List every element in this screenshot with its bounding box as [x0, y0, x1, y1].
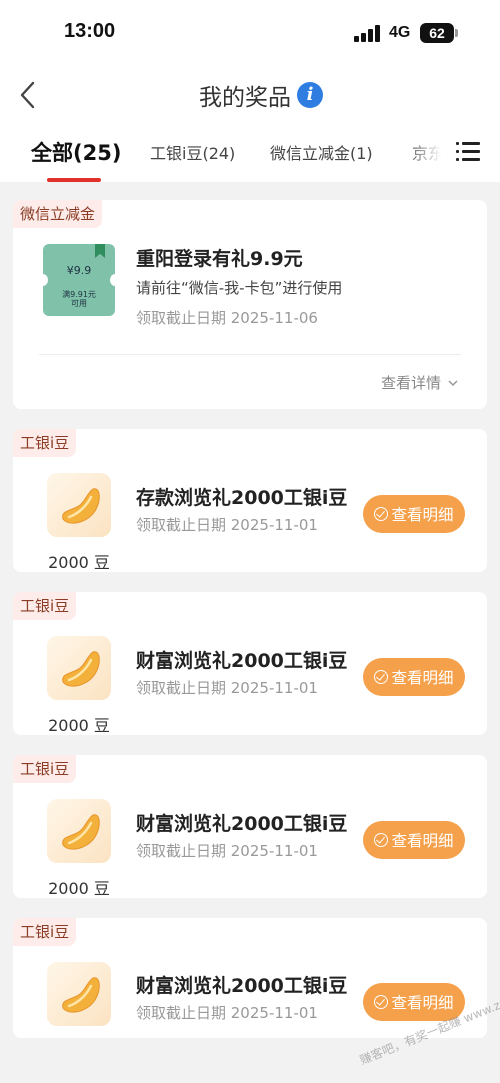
bean-amount: 2000 豆 [48, 879, 110, 898]
check-circle-icon [374, 670, 389, 684]
coupon-card[interactable]: 微信立减金 ¥9.9 满9.91元 可用 重阳登录有礼9.9元 请前往“微信-我… [13, 200, 487, 409]
bean-icon [62, 488, 100, 524]
bookmark-icon [95, 244, 105, 258]
prize-title: 重阳登录有礼9.9元 [136, 248, 303, 270]
bean-image [47, 962, 111, 1026]
nav-bar: 我的奖品 i [0, 66, 500, 126]
coupon-amount: ¥9.9 [66, 264, 92, 277]
view-details-label: 查看详情 [380, 374, 441, 392]
tabs-bar: 全部(25) 工银i豆(24) 微信立减金(1) 京东 [0, 126, 500, 182]
prize-type-tag: 工银i豆 [13, 429, 77, 457]
view-detail-label: 查看明细 [391, 832, 454, 850]
prize-deadline: 领取截止日期 2025-11-01 [136, 516, 318, 534]
bean-image [47, 799, 111, 863]
bean-card[interactable]: 工银i豆 2000 豆 财富浏览礼2000工银i豆 领取截止日期 2025-11… [13, 592, 487, 735]
view-detail-button[interactable]: 查看明细 [363, 821, 465, 859]
bean-icon [62, 814, 100, 850]
prize-title: 财富浏览礼2000工银i豆 [136, 813, 348, 835]
view-detail-label: 查看明细 [391, 506, 454, 524]
battery-icon: 62 [420, 23, 458, 43]
prize-title: 存款浏览礼2000工银i豆 [136, 487, 348, 509]
tab-fade [404, 126, 448, 182]
bean-image [47, 473, 111, 537]
prize-title: 财富浏览礼2000工银i豆 [136, 650, 348, 672]
view-details-toggle[interactable]: 查看详情 [381, 372, 459, 393]
view-detail-label: 查看明细 [391, 994, 454, 1012]
bean-icon [62, 977, 100, 1013]
check-circle-icon [374, 995, 389, 1009]
prize-description: 请前往“微信-我-卡包”进行使用 [136, 279, 343, 297]
active-tab-indicator [47, 178, 101, 182]
prize-type-tag: 工银i豆 [13, 755, 77, 783]
bean-amount: 2000 豆 [48, 716, 110, 735]
prize-deadline: 领取截止日期 2025-11-01 [136, 679, 318, 697]
chevron-down-icon [448, 379, 458, 386]
tab-icbc-beans[interactable]: 工银i豆(24) [150, 140, 235, 164]
check-circle-icon [374, 507, 389, 521]
signal-icon [354, 24, 382, 42]
back-button[interactable] [14, 78, 44, 112]
coupon-image: ¥9.9 满9.91元 可用 [43, 244, 115, 316]
check-circle-icon [374, 833, 389, 847]
status-bar: 13:00 4G 62 [0, 0, 500, 66]
bean-card[interactable]: 工银i豆 2000 豆 财富浏览礼2000工银i豆 领取截止日期 2025-11… [13, 755, 487, 898]
bean-card[interactable]: 工银i豆 2000 豆 存款浏览礼2000工银i豆 领取截止日期 2025-11… [13, 429, 487, 572]
status-time: 13:00 [64, 20, 116, 42]
view-detail-button[interactable]: 查看明细 [363, 658, 465, 696]
info-icon[interactable]: i [297, 82, 323, 108]
tab-wechat-discount[interactable]: 微信立减金(1) [270, 140, 373, 164]
tab-all[interactable]: 全部(25) [31, 137, 121, 167]
prize-deadline: 领取截止日期 2025-11-06 [136, 309, 318, 327]
prize-type-tag: 工银i豆 [13, 918, 77, 946]
prize-type-tag: 微信立减金 [13, 200, 103, 228]
menu-icon[interactable] [456, 140, 480, 162]
bean-amount: 2000 豆 [48, 553, 110, 572]
prize-type-tag: 工银i豆 [13, 592, 77, 620]
view-detail-label: 查看明细 [391, 669, 454, 687]
view-detail-button[interactable]: 查看明细 [363, 495, 465, 533]
network-type: 4G [389, 24, 411, 41]
bean-card[interactable]: 工银i豆 财富浏览礼2000工银i豆 领取截止日期 2025-11-01 查看明… [13, 918, 487, 1038]
coupon-condition: 满9.91元 可用 [62, 290, 96, 308]
prize-deadline: 领取截止日期 2025-11-01 [136, 842, 318, 860]
page-title: 我的奖品 [199, 85, 291, 111]
bean-image [47, 636, 111, 700]
divider [39, 354, 461, 355]
prize-title: 财富浏览礼2000工银i豆 [136, 975, 348, 997]
bean-icon [62, 651, 100, 687]
prize-deadline: 领取截止日期 2025-11-01 [136, 1004, 318, 1022]
chevron-left-icon [20, 81, 35, 109]
page-title-group: 我的奖品 i [199, 78, 323, 112]
